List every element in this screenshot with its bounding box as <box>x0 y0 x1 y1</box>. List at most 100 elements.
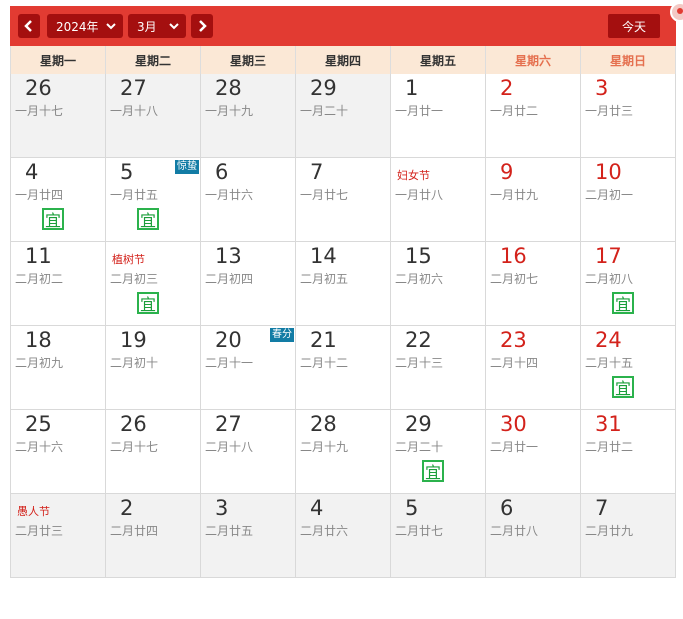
day-number: 21 <box>310 328 337 352</box>
day-cell[interactable]: 2 一月廿二 <box>486 74 581 158</box>
day-cell[interactable]: 19 二月初十 <box>106 326 201 410</box>
auspicious-badge: 宜 <box>612 292 634 314</box>
close-icon[interactable] <box>670 2 683 22</box>
weekday-label: 星期六 <box>486 46 581 74</box>
day-number: 20 <box>215 328 242 352</box>
auspicious-badge: 宜 <box>137 292 159 314</box>
year-select[interactable]: 2024年 <box>47 14 123 38</box>
today-button[interactable]: 今天 <box>608 14 660 38</box>
lunar-date: 二月廿三 <box>15 524 64 538</box>
lunar-date: 二月十五 <box>585 356 634 370</box>
day-cell[interactable]: 3 一月廿三 <box>581 74 676 158</box>
auspicious-badge: 宜 <box>42 208 64 230</box>
day-cell[interactable]: 1 一月廿一 <box>391 74 486 158</box>
day-cell[interactable]: 6 二月廿八 <box>486 494 581 578</box>
day-cell[interactable]: 27 二月十八 <box>201 410 296 494</box>
day-cell[interactable]: 24 二月十五宜 <box>581 326 676 410</box>
day-cell[interactable]: 25 二月十六 <box>11 410 106 494</box>
day-cell[interactable]: 28 一月十九 <box>201 74 296 158</box>
day-cell[interactable]: 妇女节 一月廿八 <box>391 158 486 242</box>
weekday-label: 星期一 <box>11 46 106 74</box>
day-cell[interactable]: 6 一月廿六 <box>201 158 296 242</box>
weekday-label: 星期三 <box>201 46 296 74</box>
year-select-label: 2024年 <box>56 19 99 34</box>
day-cell[interactable]: 28 二月十九 <box>296 410 391 494</box>
lunar-date: 二月初六 <box>395 272 444 286</box>
prev-month-button[interactable] <box>18 14 40 38</box>
lunar-date: 二月初八 <box>585 272 634 286</box>
chevron-left-icon <box>24 20 32 32</box>
lunar-date: 一月廿二 <box>490 104 539 118</box>
day-cell[interactable]: 26 一月十七 <box>11 74 106 158</box>
day-cell[interactable]: 5 一月廿五 惊蛰宜 <box>106 158 201 242</box>
day-cell[interactable]: 11 二月初二 <box>11 242 106 326</box>
lunar-date: 一月廿九 <box>490 188 539 202</box>
day-number: 18 <box>25 328 52 352</box>
lunar-date: 二月初十 <box>110 356 159 370</box>
day-number: 28 <box>310 412 337 436</box>
lunar-date: 一月十九 <box>205 104 254 118</box>
day-cell[interactable]: 22 二月十三 <box>391 326 486 410</box>
day-number: 3 <box>595 76 609 100</box>
day-cell[interactable]: 5 二月廿七 <box>391 494 486 578</box>
auspicious-badge: 宜 <box>137 208 159 230</box>
day-cell[interactable]: 18 二月初九 <box>11 326 106 410</box>
day-cell[interactable]: 植树节 二月初三宜 <box>106 242 201 326</box>
day-cell[interactable]: 4 二月廿六 <box>296 494 391 578</box>
day-cell[interactable]: 3 二月廿五 <box>201 494 296 578</box>
day-cell[interactable]: 7 二月廿九 <box>581 494 676 578</box>
day-cell[interactable]: 16 二月初七 <box>486 242 581 326</box>
weekday-label: 星期四 <box>296 46 391 74</box>
day-number: 29 <box>405 412 432 436</box>
day-cell[interactable]: 17 二月初八宜 <box>581 242 676 326</box>
day-cell[interactable]: 9 一月廿九 <box>486 158 581 242</box>
day-number: 6 <box>500 496 514 520</box>
day-number: 24 <box>595 328 622 352</box>
day-cell[interactable]: 29 一月二十 <box>296 74 391 158</box>
day-cell[interactable]: 31 二月廿二 <box>581 410 676 494</box>
solar-term-badge: 春分 <box>270 328 294 342</box>
day-cell[interactable]: 14 二月初五 <box>296 242 391 326</box>
day-cell[interactable]: 4 一月廿四宜 <box>11 158 106 242</box>
day-cell[interactable]: 23 二月十四 <box>486 326 581 410</box>
day-number: 14 <box>310 244 337 268</box>
day-number: 27 <box>120 76 147 100</box>
day-number: 19 <box>120 328 147 352</box>
lunar-date: 二月初五 <box>300 272 349 286</box>
next-month-button[interactable] <box>191 14 213 38</box>
day-number: 26 <box>120 412 147 436</box>
day-cell[interactable]: 21 二月十二 <box>296 326 391 410</box>
day-number: 2 <box>500 76 514 100</box>
day-cell[interactable]: 30 二月廿一 <box>486 410 581 494</box>
festival-label: 妇女节 <box>397 169 430 182</box>
lunar-date: 二月廿四 <box>110 524 159 538</box>
day-cell[interactable]: 2 二月廿四 <box>106 494 201 578</box>
day-cell[interactable]: 13 二月初四 <box>201 242 296 326</box>
chevron-right-icon <box>199 20 207 32</box>
day-cell[interactable]: 26 二月十七 <box>106 410 201 494</box>
lunar-date: 二月廿六 <box>300 524 349 538</box>
day-cell[interactable]: 27 一月十八 <box>106 74 201 158</box>
day-number: 1 <box>405 76 419 100</box>
day-number: 23 <box>500 328 527 352</box>
day-number: 7 <box>310 160 324 184</box>
month-select[interactable]: 3月 <box>128 14 186 38</box>
day-cell[interactable]: 10 二月初一 <box>581 158 676 242</box>
lunar-date: 二月初四 <box>205 272 254 286</box>
lunar-date: 二月二十 <box>395 440 444 454</box>
day-number: 26 <box>25 76 52 100</box>
weekday-label: 星期日 <box>581 46 676 74</box>
calendar: 2024年 3月 今天 星期一 星期二 星期三 星期四 星期五 星期六 星期日 26 一月十七… <box>10 2 683 578</box>
month-select-label: 3月 <box>137 19 157 34</box>
lunar-date: 一月廿四 <box>15 188 64 202</box>
lunar-date: 一月十八 <box>110 104 159 118</box>
day-cell[interactable]: 29 二月二十宜 <box>391 410 486 494</box>
day-cell[interactable]: 20 二月十一 春分 <box>201 326 296 410</box>
lunar-date: 二月廿一 <box>490 440 539 454</box>
day-cell[interactable]: 愚人节 二月廿三 <box>11 494 106 578</box>
day-number: 22 <box>405 328 432 352</box>
day-cell[interactable]: 7 一月廿七 <box>296 158 391 242</box>
calendar-toolbar: 2024年 3月 今天 <box>10 2 683 46</box>
day-cell[interactable]: 15 二月初六 <box>391 242 486 326</box>
lunar-date: 二月廿二 <box>585 440 634 454</box>
